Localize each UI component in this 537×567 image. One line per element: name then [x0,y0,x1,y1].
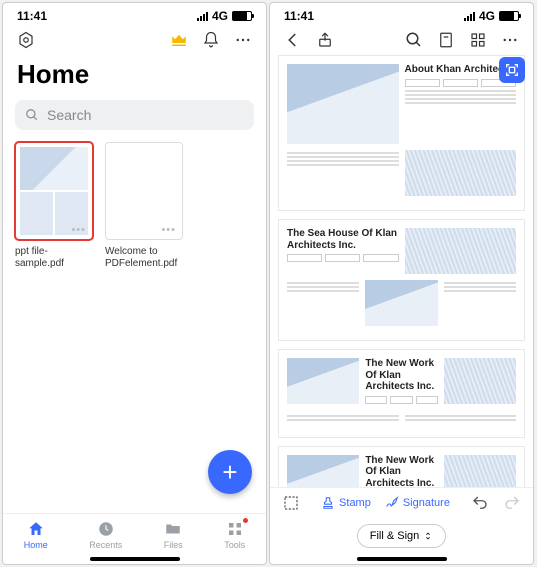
viewer-toolbar [270,25,533,55]
file-more-icon[interactable]: ••• [161,224,176,236]
search-placeholder: Search [47,107,91,123]
file-thumbnail: ••• [15,142,93,240]
document-page: About Khan Architects [278,55,525,211]
battery-icon [232,11,252,21]
status-bar: 11:41 4G [270,3,533,25]
grid-icon[interactable] [469,31,487,49]
tab-recents[interactable]: Recents [89,520,122,550]
tools-icon [226,520,244,538]
doc-heading: The New Work Of Klan Architects Inc. [365,455,437,488]
bell-icon[interactable] [202,31,220,49]
document-page: The New Work Of Klan Architects Inc. [278,446,525,488]
signature-button[interactable]: Signature [385,496,450,510]
stamp-icon [321,496,335,510]
updown-icon [423,531,433,541]
stamp-button[interactable]: Stamp [321,496,371,510]
mode-selector[interactable]: Fill & Sign [357,524,447,548]
file-name: Welcome to PDFelement.pdf [105,246,183,270]
scan-icon[interactable] [499,57,525,83]
file-more-icon[interactable]: ••• [71,224,86,236]
doc-heading: The Sea House Of Klan Architects Inc. [287,228,399,251]
home-indicator [90,557,180,561]
status-time: 11:41 [284,9,314,23]
page-title: Home [3,55,266,100]
more-icon[interactable] [501,31,519,49]
file-item[interactable]: ••• Welcome to PDFelement.pdf [105,142,183,270]
file-thumbnail: ••• [105,142,183,240]
crop-icon[interactable] [282,494,300,512]
undo-icon[interactable] [471,494,489,512]
settings-icon[interactable] [17,31,35,49]
signal-icon [464,12,475,21]
viewer-screen: 11:41 4G About Khan Architects [269,2,534,565]
document-page: The New Work Of Klan Architects Inc. [278,349,525,438]
signal-icon [197,12,208,21]
search-input[interactable]: Search [15,100,254,130]
home-indicator [357,557,447,561]
status-time: 11:41 [17,9,47,23]
document-page: The Sea House Of Klan Architects Inc. [278,219,525,341]
document-viewport[interactable]: About Khan Architects The Sea House Of K… [270,55,533,487]
crown-icon[interactable] [170,31,188,49]
home-icon [27,520,45,538]
file-grid: ••• ppt file-sample.pdf ••• Welcome to P… [3,142,266,270]
file-name: ppt file-sample.pdf [15,246,93,270]
back-icon[interactable] [284,31,302,49]
add-button[interactable]: + [208,450,252,494]
more-icon[interactable] [234,31,252,49]
home-screen: 11:41 4G Home Search ••• ppt file-sample… [2,2,267,565]
clock-icon [97,520,115,538]
tab-home[interactable]: Home [24,520,48,550]
tab-files[interactable]: Files [164,520,183,550]
tab-tools[interactable]: Tools [224,520,245,550]
signature-icon [385,496,399,510]
folder-icon [164,520,182,538]
battery-icon [499,11,519,21]
redo-icon[interactable] [503,494,521,512]
top-bar [3,25,266,55]
search-icon [25,108,39,122]
file-item[interactable]: ••• ppt file-sample.pdf [15,142,93,270]
bottom-toolbar: Stamp Signature [270,487,533,518]
doc-heading: The New Work Of Klan Architects Inc. [365,358,437,393]
bookmark-icon[interactable] [437,31,455,49]
share-icon[interactable] [316,31,334,49]
network-label: 4G [212,9,228,23]
status-bar: 11:41 4G [3,3,266,25]
search-icon[interactable] [405,31,423,49]
network-label: 4G [479,9,495,23]
